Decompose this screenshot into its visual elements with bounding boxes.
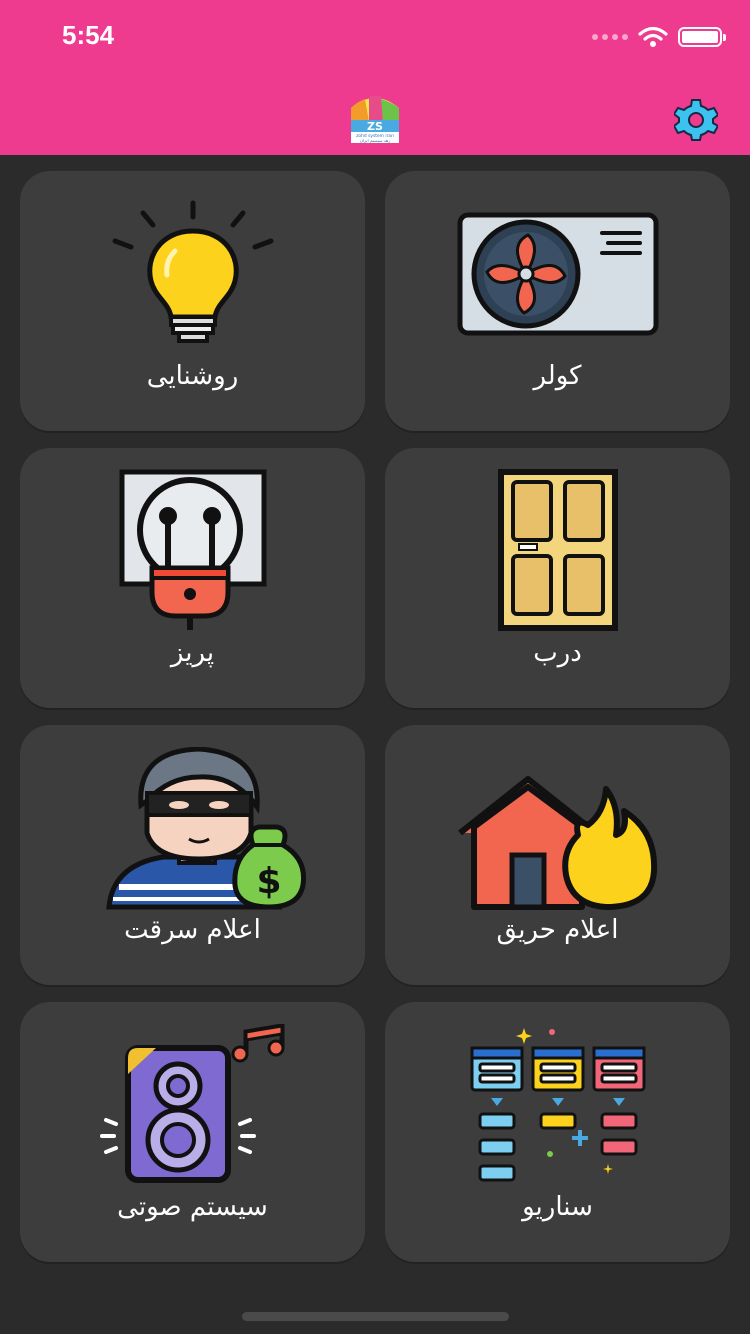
tile-lighting[interactable]: روشنایی [20,171,365,431]
power-socket-icon [119,469,266,630]
tile-theft-alarm[interactable]: $ اعلام سرقت [20,725,365,985]
light-bulb-icon [112,200,273,343]
tile-label: اعلام سرقت [124,915,261,945]
home-indicator[interactable] [242,1312,509,1321]
tile-fire-alarm[interactable]: اعلام حریق [385,725,730,985]
house-fire-icon [457,776,657,910]
tile-audio-system[interactable]: سیستم صوتی [20,1002,365,1262]
device-grid: روشنایی کولر پریز درب $ اعلام سرقت اعلام… [20,171,730,1262]
status-icons [592,26,726,48]
tile-socket[interactable]: پریز [20,448,365,708]
brand-logo: ZS zohd system iran زهد سیستم ایران [351,96,399,143]
signal-icon [592,34,628,40]
svg-text:$: $ [256,861,281,902]
svg-text:زهد سیستم ایران: زهد سیستم ایران [360,138,391,143]
tile-cooler[interactable]: کولر [385,171,730,431]
tile-label: پریز [170,638,215,668]
speaker-icon [99,1024,284,1183]
tile-label: اعلام حریق [496,915,619,945]
air-conditioner-icon [457,212,658,336]
tile-label: سیستم صوتی [117,1192,268,1222]
tile-door[interactable]: درب [385,448,730,708]
tile-scenario[interactable]: سناریو [385,1002,730,1262]
status-time: 5:54 [62,20,115,50]
svg-text:ZS: ZS [367,120,383,133]
thief-icon: $ [105,747,306,910]
app-header: 5:54 ZS zohd system iran زهد سیستم ایران [0,0,750,155]
tile-label: روشنایی [146,361,239,391]
tile-label: کولر [533,361,582,391]
gear-icon[interactable] [674,98,718,142]
tile-label: درب [533,638,582,668]
scenario-flow-icon [470,1028,645,1182]
battery-icon [678,27,726,47]
tile-label: سناریو [522,1192,593,1222]
door-icon [497,469,618,631]
wifi-icon [638,26,668,47]
